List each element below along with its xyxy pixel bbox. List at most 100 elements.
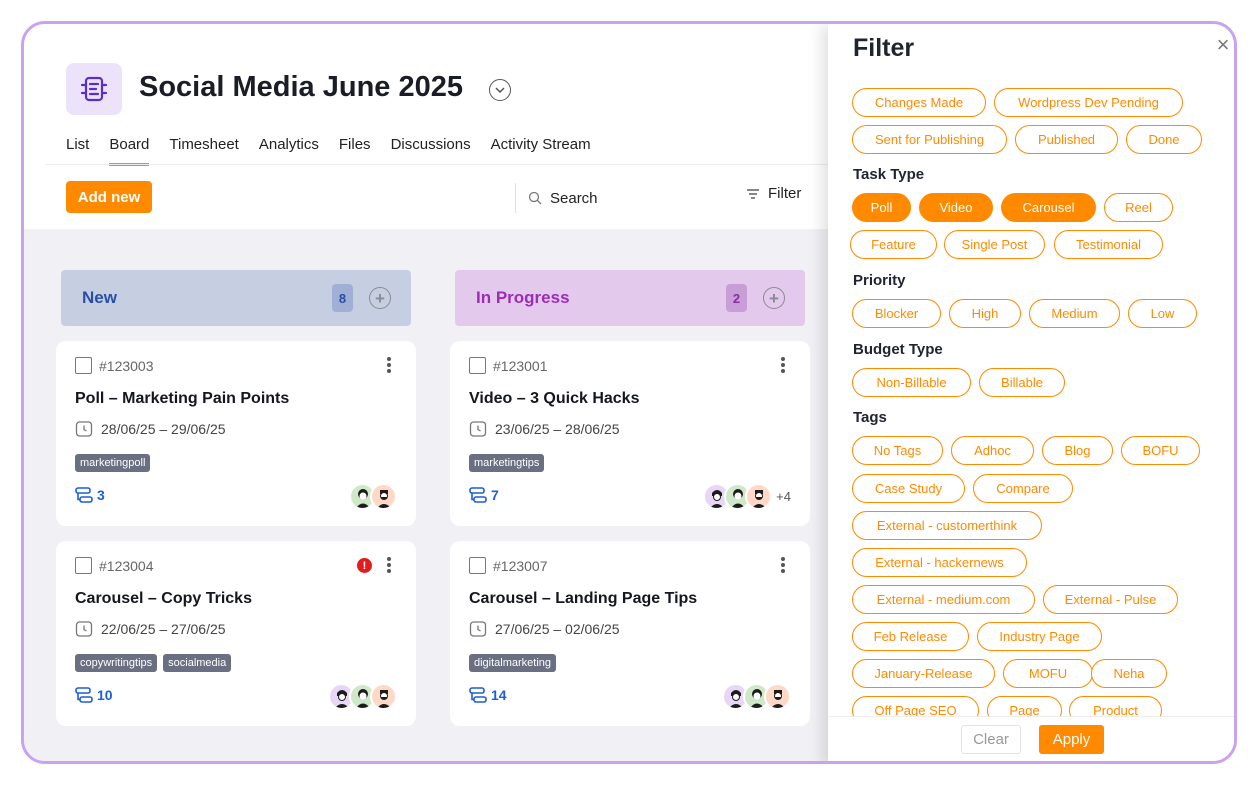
filter-chip-tag[interactable]: External - Pulse [1043,585,1178,614]
search-box[interactable]: Search [515,183,735,213]
task-checkbox[interactable] [75,557,92,574]
filter-chip-tag[interactable]: Adhoc [951,436,1034,465]
filter-chip-budget[interactable]: Billable [979,368,1065,397]
budget-type-label: Budget Type [853,341,943,358]
tab-list[interactable]: List [66,134,89,166]
filter-chip-tag[interactable]: Blog [1042,436,1113,465]
priority-label: Priority [853,272,906,289]
filter-chip-status[interactable]: Published [1015,125,1118,154]
column-header-in-progress: In Progress 2 + [455,270,805,326]
filter-chip-status[interactable]: Wordpress Dev Pending [994,88,1183,117]
task-card[interactable]: #123004 ! Carousel – Copy Tricks 22/06/2… [56,541,416,726]
filter-chip-task-type[interactable]: Carousel [1001,193,1096,222]
assignee-avatars[interactable] [328,683,397,710]
tab-board[interactable]: Board [109,134,150,166]
subtask-number: 10 [97,687,113,703]
filter-chip-tag[interactable]: No Tags [852,436,943,465]
filter-chip-status[interactable]: Changes Made [852,88,986,117]
column-title: New [82,288,117,307]
clear-button[interactable]: Clear [961,725,1021,754]
filter-panel-footer: Clear Apply [828,716,1234,761]
filter-chip-task-type[interactable]: Single Post [944,230,1045,259]
tab-analytics[interactable]: Analytics [259,134,319,166]
tab-discussions[interactable]: Discussions [391,134,471,166]
filter-chip-priority[interactable]: Medium [1029,299,1120,328]
task-title[interactable]: Carousel – Landing Page Tips [469,590,697,608]
filter-label: Filter [768,185,802,202]
filter-chip-tag[interactable]: Compare [973,474,1073,503]
task-id: #123001 [493,358,548,374]
task-title[interactable]: Carousel – Copy Tricks [75,590,252,608]
filter-chip-priority[interactable]: Blocker [852,299,941,328]
filter-chip-tag[interactable]: Case Study [852,474,965,503]
task-dates: 22/06/25 – 27/06/25 [75,620,226,638]
priority-alert-icon: ! [357,558,372,573]
filter-chip-task-type[interactable]: Feature [850,230,937,259]
project-header: Social Media June 2025 List Board Timesh… [24,24,828,230]
task-type-label: Task Type [853,166,925,183]
assignee-avatars[interactable] [722,683,791,710]
task-checkbox[interactable] [469,557,486,574]
filter-chip-tag[interactable]: Product [1069,696,1162,716]
tab-files[interactable]: Files [339,134,371,166]
task-title[interactable]: Video – 3 Quick Hacks [469,390,639,408]
filter-chip-task-type[interactable]: Video [919,193,993,222]
task-checkbox[interactable] [75,357,92,374]
task-title[interactable]: Poll – Marketing Pain Points [75,390,289,408]
filter-chip-tag[interactable]: External - customerthink [852,511,1042,540]
task-card[interactable]: #123007 Carousel – Landing Page Tips 27/… [450,541,810,726]
filter-chip-priority[interactable]: Low [1128,299,1197,328]
assignee-avatars[interactable]: +4 [703,483,791,510]
more-assignees-count: +4 [776,489,791,504]
tab-activity-stream[interactable]: Activity Stream [491,134,591,166]
filter-chip-tag[interactable]: MOFU [1003,659,1093,688]
tab-timesheet[interactable]: Timesheet [169,134,238,166]
filter-button[interactable]: Filter [746,185,801,202]
apply-button[interactable]: Apply [1039,725,1104,754]
project-tabs: List Board Timesheet Analytics Files Dis… [66,134,591,166]
add-task-plus-icon[interactable]: + [763,287,785,309]
filter-chip-tag[interactable]: External - hackernews [852,548,1027,577]
more-options-icon[interactable] [781,557,785,573]
filter-chip-task-type[interactable]: Reel [1104,193,1173,222]
filter-chip-status[interactable]: Sent for Publishing [852,125,1007,154]
avatar [764,683,791,710]
filter-chip-tag[interactable]: January-Release [852,659,995,688]
filter-chip-tag[interactable]: Feb Release [852,622,969,651]
subtask-count[interactable]: 10 [75,687,113,703]
add-task-plus-icon[interactable]: + [369,287,391,309]
filter-chip-tag[interactable]: Off Page SEO [852,696,979,716]
subtask-count[interactable]: 3 [75,487,105,503]
clock-icon [75,421,93,437]
close-icon[interactable]: × [1214,34,1232,56]
filter-chip-tag[interactable]: Industry Page [977,622,1102,651]
more-options-icon[interactable] [387,557,391,573]
filter-panel-title: Filter [853,34,915,62]
filter-chip-budget[interactable]: Non-Billable [852,368,971,397]
filter-chip-priority[interactable]: High [949,299,1021,328]
filter-options-scroll[interactable]: Changes Made Wordpress Dev Pending Sent … [828,76,1234,716]
subtask-count[interactable]: 7 [469,487,499,503]
search-label: Search [550,189,598,207]
column-header-new: New 8 + [61,270,411,326]
filter-chip-task-type[interactable]: Testimonial [1054,230,1163,259]
filter-chip-status[interactable]: Done [1126,125,1202,154]
kanban-doc-icon [80,76,108,102]
page-title: Social Media June 2025 [139,71,463,103]
more-options-icon[interactable] [387,357,391,373]
more-options-icon[interactable] [781,357,785,373]
task-card[interactable]: #123001 Video – 3 Quick Hacks 23/06/25 –… [450,341,810,526]
filter-chip-tag[interactable]: Neha [1091,659,1167,688]
task-checkbox[interactable] [469,357,486,374]
filter-chip-task-type[interactable]: Poll [852,193,911,222]
filter-chip-tag[interactable]: BOFU [1121,436,1200,465]
add-new-button[interactable]: Add new [66,181,152,213]
task-card[interactable]: #123003 Poll – Marketing Pain Points 28/… [56,341,416,526]
filter-panel: Filter × Changes Made Wordpress Dev Pend… [828,24,1234,761]
assignee-avatars[interactable] [349,483,397,510]
search-icon [528,191,542,205]
subtask-count[interactable]: 14 [469,687,507,703]
project-switch-chevron-icon[interactable] [489,79,511,101]
filter-chip-tag[interactable]: External - medium.com [852,585,1035,614]
filter-chip-tag[interactable]: Page [987,696,1062,716]
